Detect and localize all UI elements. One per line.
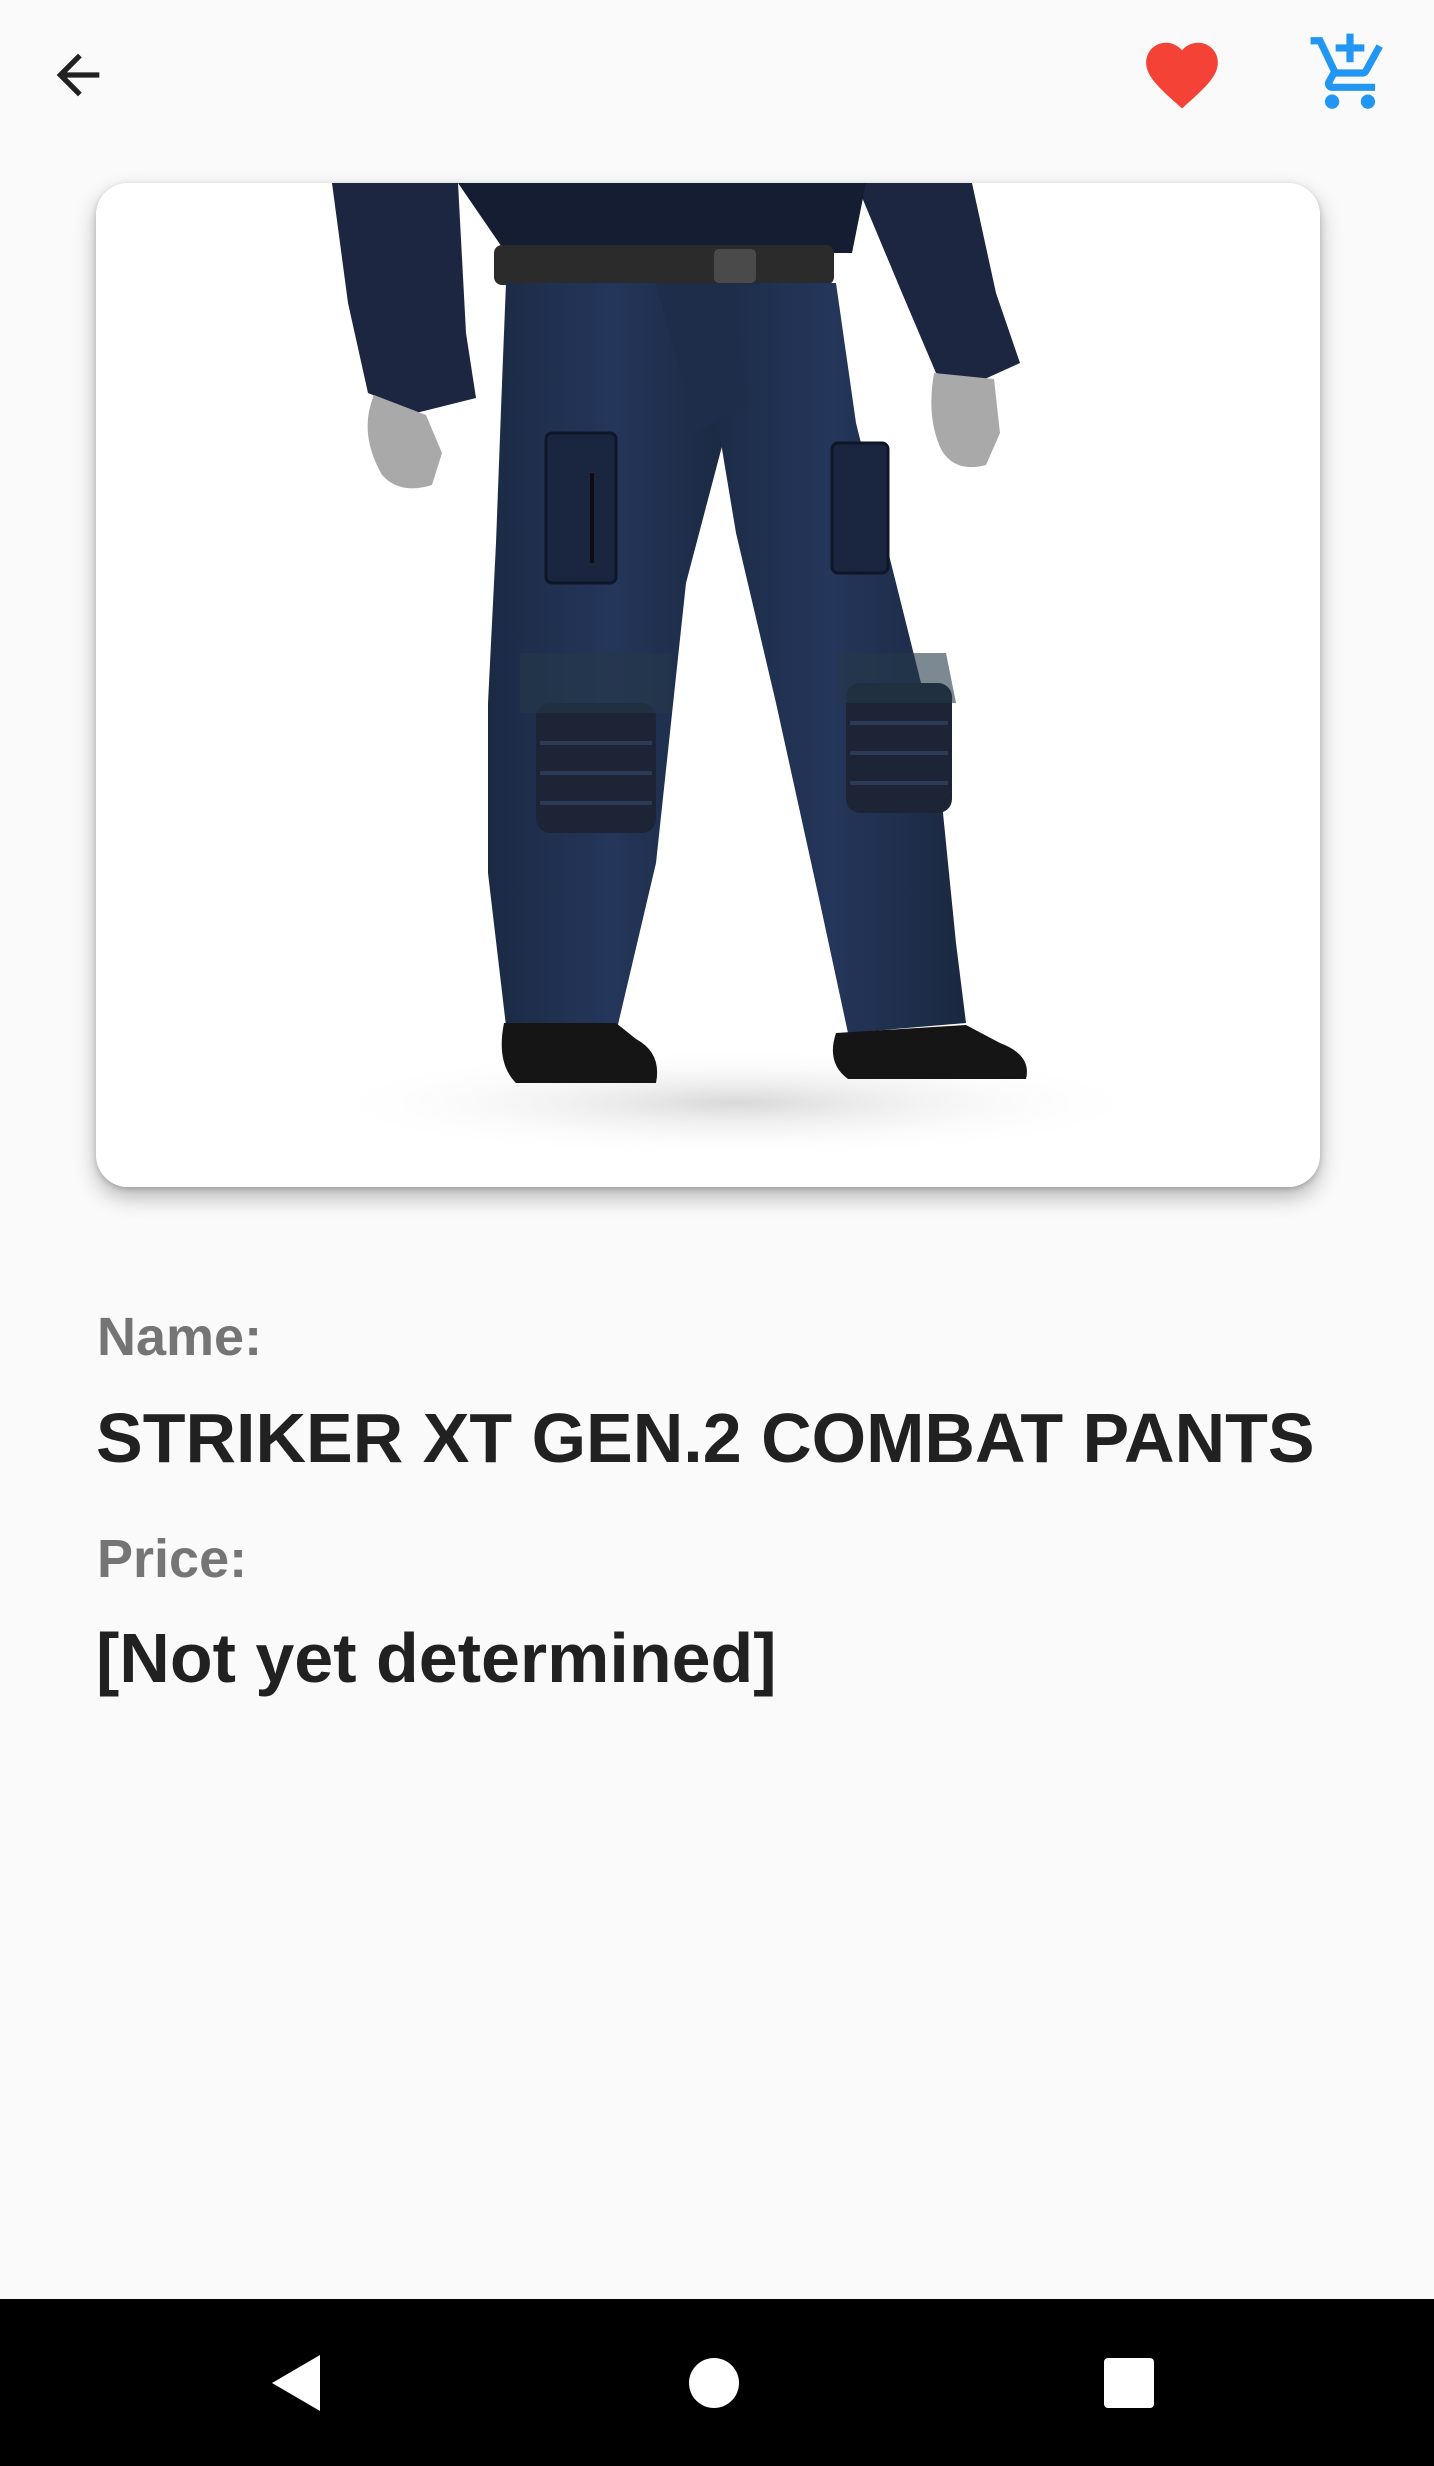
product-image-card — [96, 183, 1320, 1187]
nav-back-button[interactable] — [250, 2337, 342, 2429]
favorite-button[interactable] — [1130, 30, 1234, 120]
arrow-back-icon — [56, 53, 100, 97]
square-recents-icon — [1104, 2358, 1154, 2408]
product-photo — [96, 183, 1320, 1187]
add-to-cart-button[interactable] — [1298, 26, 1402, 120]
circle-home-icon — [689, 2358, 739, 2408]
system-navigation-bar — [0, 2299, 1434, 2466]
nav-recents-button[interactable] — [1083, 2337, 1175, 2429]
back-button[interactable] — [30, 30, 126, 120]
product-price: [Not yet determined] — [96, 1619, 777, 1697]
price-label: Price: — [97, 1529, 248, 1589]
product-name: STRIKER XT GEN.2 COMBAT PANTS — [96, 1399, 1315, 1477]
add-shopping-cart-icon — [1310, 33, 1383, 109]
name-label: Name: — [97, 1307, 263, 1367]
triangle-back-icon — [272, 2355, 320, 2411]
nav-home-button[interactable] — [668, 2337, 760, 2429]
heart-icon — [1146, 42, 1218, 109]
app-toolbar — [0, 0, 1434, 150]
